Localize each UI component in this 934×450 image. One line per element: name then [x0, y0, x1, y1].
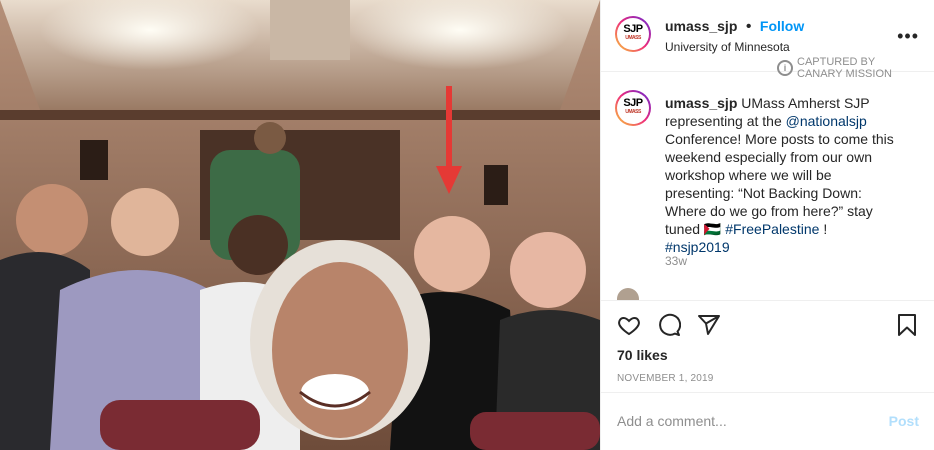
- dot-separator: •: [745, 18, 752, 35]
- hashtag-link[interactable]: #nsjp2019: [665, 239, 730, 255]
- avatar-subtext: UMASS: [625, 109, 641, 115]
- follow-button[interactable]: Follow: [760, 18, 804, 34]
- avatar-text: SJP: [623, 23, 643, 35]
- watermark-line1: CAPTURED BY: [797, 56, 876, 68]
- watermark: i CAPTURED BY CANARY MISSION: [777, 56, 892, 80]
- post-button[interactable]: Post: [889, 413, 919, 429]
- username[interactable]: umass_sjp: [665, 18, 737, 34]
- heart-icon[interactable]: [617, 313, 641, 342]
- mention-link[interactable]: @nationalsjp: [786, 113, 867, 129]
- caption-time[interactable]: 33w: [665, 254, 687, 268]
- avatar-logo: SJP UMASS: [617, 92, 649, 124]
- hashtag-link[interactable]: #FreePalestine: [725, 221, 819, 237]
- group-selfie-photo: [0, 0, 600, 450]
- more-horizontal-icon[interactable]: •••: [897, 26, 919, 47]
- post-date[interactable]: NOVEMBER 1, 2019: [617, 373, 714, 384]
- share-icon[interactable]: [697, 313, 721, 342]
- caption-username[interactable]: umass_sjp: [665, 95, 737, 111]
- avatar-text: SJP: [623, 97, 643, 109]
- bookmark-icon[interactable]: [895, 313, 919, 342]
- caption-text: umass_sjp UMass Amherst SJP representing…: [665, 94, 895, 256]
- post-side-panel: SJP UMASS umass_sjp • Follow University …: [600, 0, 934, 450]
- comment-input[interactable]: Add a comment...: [617, 413, 727, 429]
- commenter-avatar: [617, 288, 639, 300]
- avatar-subtext: UMASS: [625, 35, 641, 41]
- cropped-comment-row: [617, 288, 917, 300]
- canary-logo-icon: i: [777, 60, 793, 76]
- caption-avatar[interactable]: SJP UMASS: [615, 90, 651, 126]
- comment-icon[interactable]: [657, 313, 682, 342]
- caption-separator: !: [823, 221, 828, 237]
- post-header: SJP UMASS umass_sjp • Follow University …: [601, 0, 934, 80]
- comment-box: Add a comment... Post: [601, 392, 934, 450]
- watermark-line2: CANARY MISSION: [797, 68, 892, 80]
- avatar[interactable]: SJP UMASS: [615, 16, 651, 52]
- avatar-logo: SJP UMASS: [617, 18, 649, 50]
- post-photo[interactable]: [0, 0, 600, 450]
- likes-count[interactable]: 70 likes: [617, 347, 668, 363]
- location-link[interactable]: University of Minnesota: [665, 40, 804, 54]
